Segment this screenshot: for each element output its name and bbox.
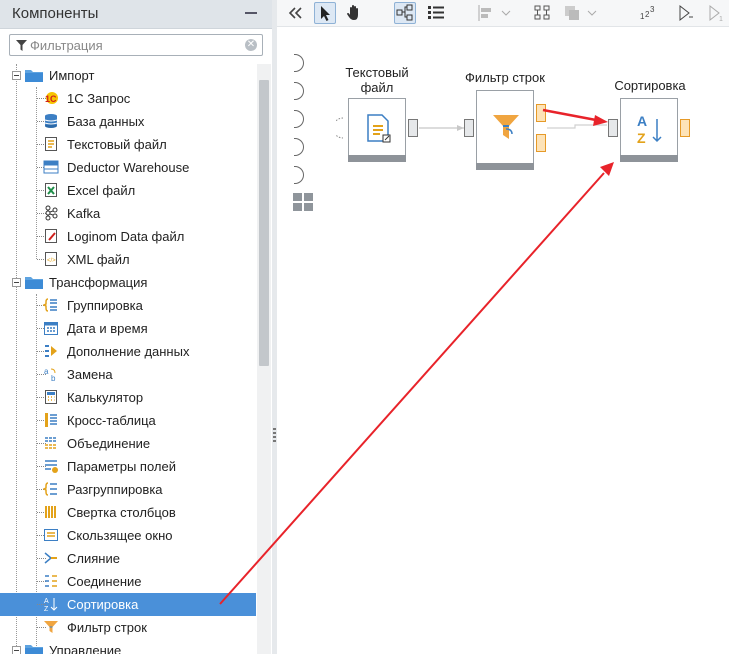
annotation-layer <box>219 108 614 605</box>
annotation-arrowhead <box>593 115 608 126</box>
annotation-arrow-line <box>542 108 597 122</box>
annotation-arrow-line <box>219 172 605 605</box>
